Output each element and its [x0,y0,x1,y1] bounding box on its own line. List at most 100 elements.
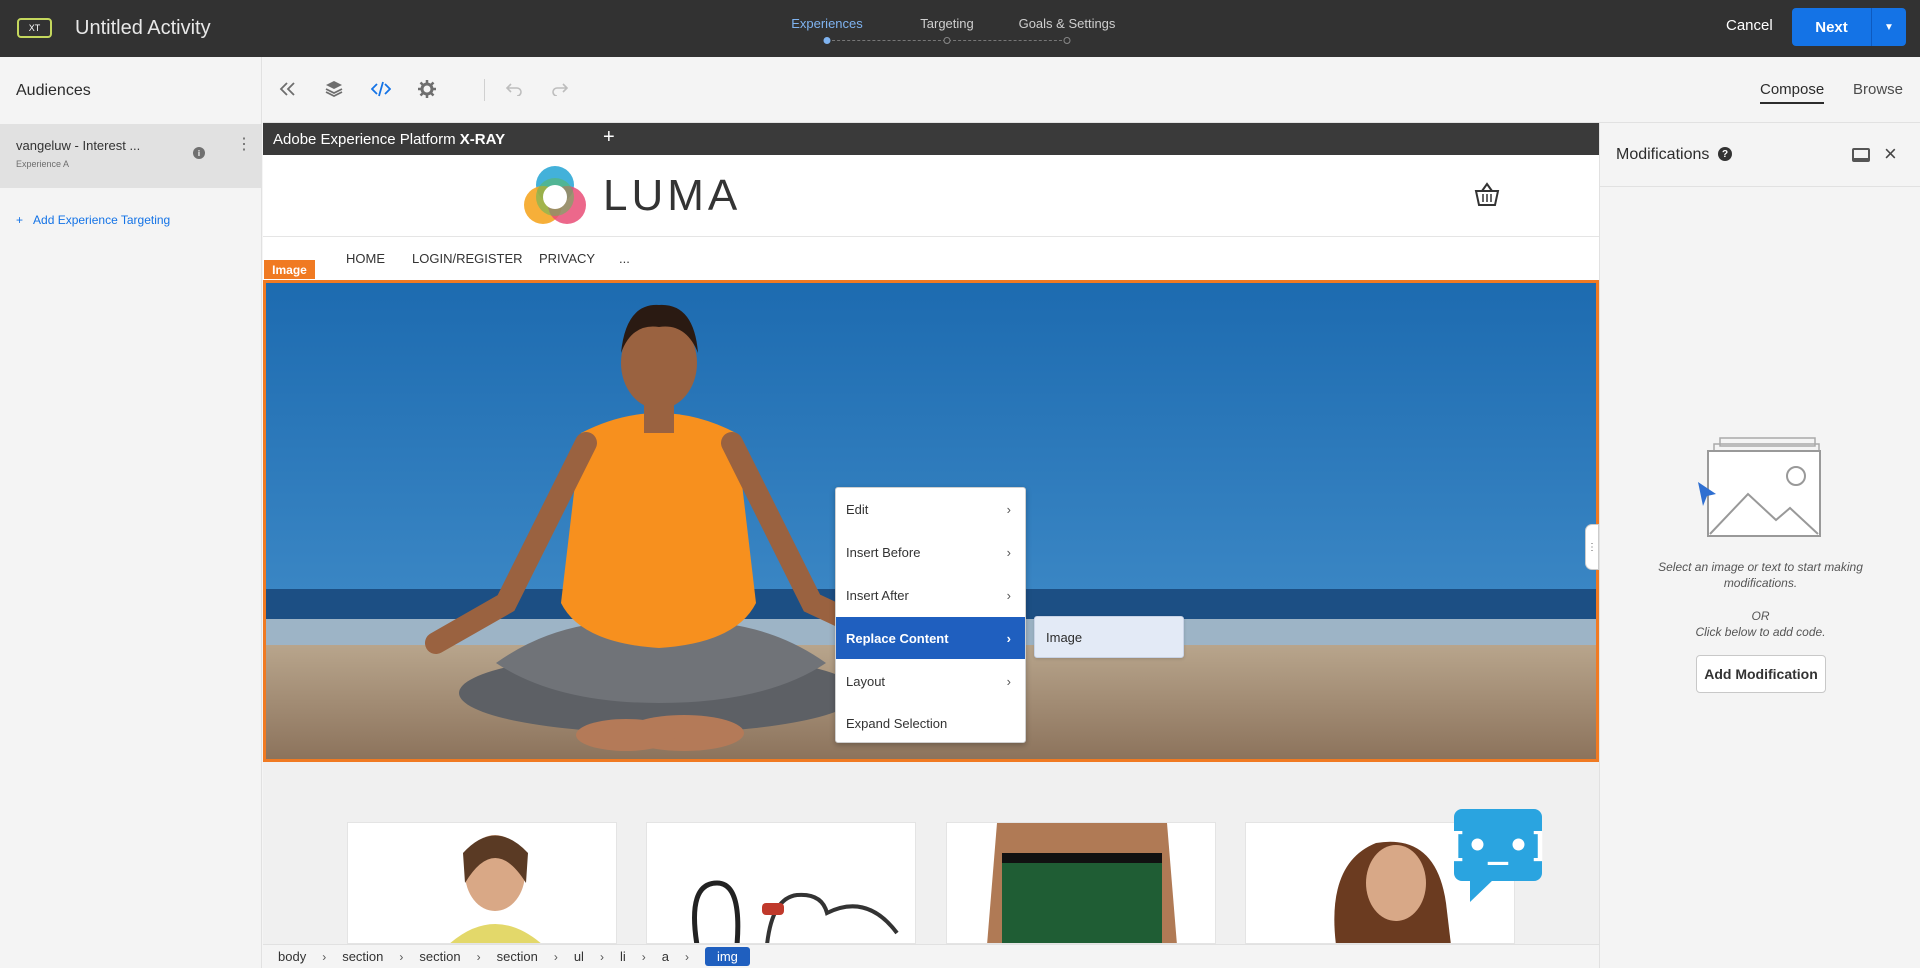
tab-browse[interactable]: Browse [1853,81,1903,98]
undo-icon[interactable] [502,77,526,101]
plus-icon: + [16,213,24,227]
step-goals-settings[interactable]: Goals & Settings [1019,16,1116,31]
luma-header[interactable]: LUMA [263,155,1599,237]
crumb-section[interactable]: section [497,949,538,964]
chevron-down-icon: ▼ [1884,21,1894,33]
crumb-ul[interactable]: ul [574,949,584,964]
more-vertical-icon[interactable]: ⋮ [236,137,252,153]
toolbar-divider [484,79,485,101]
menu-item-edit[interactable]: Edit › [836,488,1025,530]
product-card[interactable] [347,822,617,944]
step-dot-goals-settings[interactable] [1063,37,1071,44]
empty-state-message: Select an image or text to start making … [1658,560,1863,590]
product-card[interactable] [646,822,916,944]
crumb-section[interactable]: section [419,949,460,964]
crumb-img[interactable]: img [704,947,750,966]
menu-item-label: Replace Content [846,630,949,646]
chevron-right-icon: › [684,949,689,964]
step-dot-targeting[interactable] [943,37,951,44]
chevron-right-icon: › [399,949,404,964]
chevron-right-icon: › [1006,544,1011,560]
luma-logo-icon[interactable] [523,165,587,229]
activity-title[interactable]: Untitled Activity [75,17,211,40]
crumb-li[interactable]: li [620,949,626,964]
menu-item-label: Layout [846,673,886,689]
chatbot-icon[interactable]: [•_•] [1452,807,1544,905]
nav-login-register[interactable]: LOGIN/REGISTER [412,251,523,266]
menu-item-layout[interactable]: Layout › [836,660,1025,702]
layers-icon[interactable] [322,77,346,101]
close-icon[interactable]: × [1884,141,1897,167]
tab-compose[interactable]: Compose [1760,81,1825,104]
next-button[interactable]: Next [1792,8,1872,46]
next-dropdown-button[interactable]: ▼ [1872,8,1906,46]
modifications-header: Modifications ? × [1600,123,1920,187]
nav-home[interactable]: HOME [346,251,385,266]
menu-item-insert-after[interactable]: Insert After › [836,574,1025,616]
xray-plus-button[interactable]: + [603,126,615,149]
audience-experience: Experience A [16,159,70,169]
menu-item-insert-before[interactable]: Insert Before › [836,531,1025,573]
or-text: OR [1751,609,1770,623]
crumb-a[interactable]: a [662,949,669,964]
grip-icon: ⋮ [1587,541,1597,553]
menu-item-label: Expand Selection [846,715,948,731]
step-dot-experiences[interactable] [823,37,831,44]
dock-panel-icon[interactable] [1852,148,1870,162]
code-hint-text: Click below to add code. [1695,625,1826,639]
add-modification-button[interactable]: Add Modification [1696,655,1826,693]
empty-state-or: OR Click below to add code. [1640,608,1881,640]
audience-name: vangeluw - Interest ... [16,138,141,153]
product-image [692,880,899,943]
collapse-left-icon[interactable] [276,77,300,101]
xray-title: Adobe Experience Platform X-RAY [273,131,505,148]
cart-icon[interactable] [1473,181,1501,209]
luma-logo-text[interactable]: LUMA [603,171,741,221]
submenu-item-image[interactable]: Image [1034,616,1184,658]
product-card[interactable] [946,822,1216,944]
info-icon[interactable]: i [193,147,205,159]
luma-nav: HOME LOGIN/REGISTER PRIVACY ... [263,237,1599,280]
workflow-steps: Experiences Targeting Goals & Settings [791,14,1120,50]
redo-icon[interactable] [548,77,572,101]
panel-resize-handle[interactable]: ⋮ [1585,524,1599,570]
context-menu: Edit › Insert Before › Insert After › Re… [835,487,1026,743]
menu-item-expand-selection[interactable]: Expand Selection [836,702,1025,744]
xray-title-prefix: Adobe Experience Platform [273,131,456,148]
chevron-right-icon: › [641,949,646,964]
xray-title-bold: X-RAY [459,131,506,148]
chevron-right-icon: › [1006,587,1011,603]
next-button-group: Next ▼ [1792,8,1906,46]
chevron-right-icon: › [476,949,481,964]
crumb-body[interactable]: body [278,949,306,964]
menu-item-replace-content[interactable]: Replace Content › [836,617,1025,659]
add-experience-targeting-link[interactable]: + Add Experience Targeting [16,213,170,227]
step-experiences[interactable]: Experiences [791,16,863,31]
code-icon[interactable] [369,77,393,101]
help-icon[interactable]: ? [1718,147,1732,161]
chevron-right-icon: › [1006,630,1011,646]
product-image [450,835,541,943]
audiences-title: Audiences [16,82,91,99]
modifications-title: Modifications [1616,146,1710,163]
cancel-button[interactable]: Cancel [1726,17,1773,34]
xray-bar: Adobe Experience Platform X-RAY + [263,123,1599,155]
chevron-right-icon: › [553,949,558,964]
audiences-panel: Audiences vangeluw - Interest ... Experi… [0,57,262,968]
chevron-right-icon: › [599,949,604,964]
gear-icon[interactable] [415,77,439,101]
menu-item-label: Edit [846,501,869,517]
crumb-section[interactable]: section [342,949,383,964]
step-targeting[interactable]: Targeting [920,16,973,31]
audience-item[interactable]: vangeluw - Interest ... Experience A i ⋮ [0,124,262,188]
nav-more[interactable]: ... [619,251,630,266]
modifications-panel: Modifications ? × Select an image or tex… [1599,123,1920,968]
svg-text:[•_•]: [•_•] [1452,826,1544,866]
nav-privacy[interactable]: PRIVACY [539,251,595,266]
activity-type-badge: XT [17,18,52,38]
menu-item-label: Insert After [846,587,909,603]
chevron-right-icon: › [1006,501,1011,517]
top-bar: XT Untitled Activity Experiences Targeti… [0,0,1920,57]
chevron-right-icon: › [1006,673,1011,689]
add-experience-targeting-label: Add Experience Targeting [33,213,171,227]
